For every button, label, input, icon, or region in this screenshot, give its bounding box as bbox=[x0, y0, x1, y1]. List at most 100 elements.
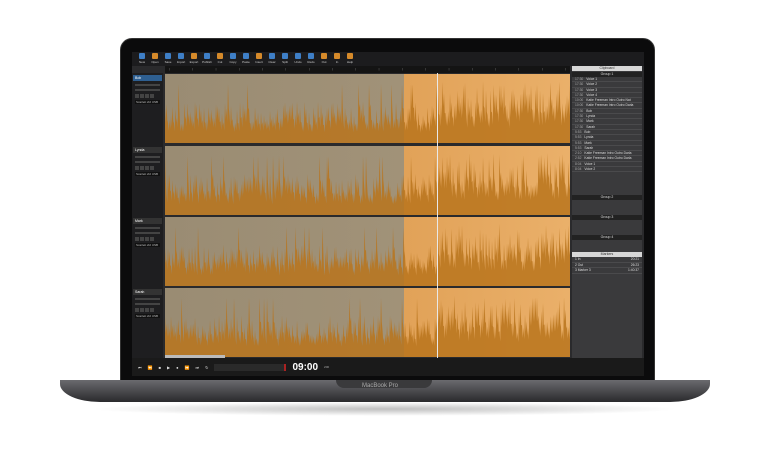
track-name[interactable]: Mark bbox=[133, 218, 162, 224]
input-channel[interactable]: Scarlett 2i2 USB bbox=[135, 172, 160, 176]
clip-duration: 17:30 bbox=[575, 82, 584, 87]
play-icon[interactable]: ▶ bbox=[167, 365, 170, 370]
ruler-tick: | bbox=[238, 67, 240, 71]
marker-name: 1 In bbox=[575, 257, 581, 262]
clip-name: Sarah bbox=[584, 145, 594, 150]
volume-slider[interactable] bbox=[135, 298, 160, 300]
clip-item[interactable]: 2:52 Katie Freeman Intro Outro Darla bbox=[572, 156, 642, 162]
marker-item[interactable]: 3 Marker 3 1:40:37 bbox=[572, 268, 642, 274]
track-lane-lynda[interactable] bbox=[165, 146, 570, 215]
solo-button[interactable] bbox=[140, 166, 144, 170]
clip-item[interactable]: 10:00 Katie Freeman Intro Outro Darla bbox=[572, 103, 642, 109]
solo-button[interactable] bbox=[140, 94, 144, 98]
toolbar-button-cut[interactable]: Cut bbox=[214, 52, 226, 66]
cut-icon bbox=[217, 53, 223, 59]
new-icon bbox=[139, 53, 145, 59]
loop-icon[interactable]: ↻ bbox=[205, 365, 208, 370]
toolbar-button-publish[interactable]: Publish bbox=[201, 52, 213, 66]
record-arm-button[interactable] bbox=[145, 166, 149, 170]
level-meter bbox=[214, 363, 287, 371]
pan-slider[interactable] bbox=[135, 161, 160, 163]
toolbar-label: Open bbox=[151, 60, 159, 64]
toolbar-label: Copy bbox=[229, 60, 237, 64]
rewind-start-icon[interactable]: ⏮ bbox=[138, 365, 142, 370]
track-name[interactable]: Lynda bbox=[133, 147, 162, 153]
monitor-button[interactable] bbox=[150, 308, 154, 312]
clip-name: Katie Freeman Intro Outro Darla bbox=[584, 151, 632, 156]
solo-button[interactable] bbox=[140, 237, 144, 241]
waveform bbox=[165, 81, 570, 143]
laptop-brand: MacBook Pro bbox=[362, 383, 399, 389]
pan-slider[interactable] bbox=[135, 232, 160, 234]
volume-slider[interactable] bbox=[135, 156, 160, 158]
track-control-bob: Bob Scarlett 2i2 USB bbox=[133, 75, 162, 115]
stop-icon[interactable]: ■ bbox=[159, 365, 161, 370]
toolbar-button-out[interactable]: Out bbox=[318, 52, 330, 66]
record-arm-button[interactable] bbox=[145, 94, 149, 98]
forward-icon[interactable]: ⏩ bbox=[185, 365, 190, 370]
toolbar-button-insert[interactable]: Insert bbox=[253, 52, 265, 66]
ruler-tick: | bbox=[448, 67, 450, 71]
toolbar-button-split[interactable]: Split bbox=[279, 52, 291, 66]
toolbar-button-help[interactable]: Help bbox=[344, 52, 356, 66]
redo-icon bbox=[308, 53, 314, 59]
timeline-ruler[interactable]: | | | | | | | | | | | | | | | | | | bbox=[165, 66, 570, 73]
input-channel[interactable]: Scarlett 2i2 USB bbox=[135, 243, 160, 247]
toolbar-button-in[interactable]: In bbox=[331, 52, 343, 66]
track-name[interactable]: Sarah bbox=[133, 289, 162, 295]
mute-button[interactable] bbox=[135, 94, 139, 98]
solo-button[interactable] bbox=[140, 308, 144, 312]
volume-slider[interactable] bbox=[135, 227, 160, 229]
forward-end-icon[interactable]: ⏭ bbox=[196, 365, 200, 370]
clip-name: Katie Freeman Intro Outro Darla bbox=[586, 103, 634, 108]
toolbar-button-clear[interactable]: Clear bbox=[266, 52, 278, 66]
mute-button[interactable] bbox=[135, 237, 139, 241]
clip-duration: 17:30 bbox=[575, 87, 584, 92]
track-lane-bob[interactable] bbox=[165, 74, 570, 143]
monitor-button[interactable] bbox=[150, 166, 154, 170]
import-icon bbox=[178, 53, 184, 59]
toolbar-label: Publish bbox=[202, 60, 212, 64]
pan-slider[interactable] bbox=[135, 89, 160, 91]
toolbar-button-undo[interactable]: Undo bbox=[292, 52, 304, 66]
clip-name: Katie Freeman Intro Outro Darla bbox=[584, 156, 632, 161]
toolbar-button-new[interactable]: New bbox=[136, 52, 148, 66]
clip-duration: 5:53 bbox=[575, 140, 582, 145]
playhead[interactable] bbox=[437, 73, 438, 358]
monitor-button[interactable] bbox=[150, 94, 154, 98]
insert-icon bbox=[256, 53, 262, 59]
toolbar-button-redo[interactable]: Redo bbox=[305, 52, 317, 66]
record-arm-button[interactable] bbox=[145, 237, 149, 241]
toolbar-button-export[interactable]: Export bbox=[188, 52, 200, 66]
track-lanes[interactable] bbox=[165, 73, 570, 358]
ruler-tick: | bbox=[215, 67, 217, 71]
track-lane-sarah[interactable] bbox=[165, 288, 570, 357]
pan-slider[interactable] bbox=[135, 303, 160, 305]
clip-name: Mark bbox=[584, 140, 592, 145]
ruler-tick: | bbox=[285, 67, 287, 71]
toolbar-button-import[interactable]: Import bbox=[175, 52, 187, 66]
input-channel[interactable]: Scarlett 2i2 USB bbox=[135, 100, 160, 104]
track-control-sarah: Sarah Scarlett 2i2 USB bbox=[133, 289, 162, 329]
toolbar-label: Undo bbox=[294, 60, 302, 64]
toolbar-button-copy[interactable]: Copy bbox=[227, 52, 239, 66]
volume-slider[interactable] bbox=[135, 84, 160, 86]
track-name[interactable]: Bob bbox=[133, 75, 162, 81]
track-lane-mark[interactable] bbox=[165, 217, 570, 286]
mute-button[interactable] bbox=[135, 166, 139, 170]
toolbar-label: In bbox=[335, 60, 339, 64]
record-icon[interactable]: ● bbox=[176, 365, 178, 370]
monitor-button[interactable] bbox=[150, 237, 154, 241]
record-arm-button[interactable] bbox=[145, 308, 149, 312]
input-channel[interactable]: Scarlett 2i2 USB bbox=[135, 314, 160, 318]
ruler-tick: | bbox=[565, 67, 566, 71]
rewind-icon[interactable]: ⏪ bbox=[148, 365, 153, 370]
timecode-display: 09:00 bbox=[292, 361, 319, 373]
marker-time: 1:40:37 bbox=[628, 268, 639, 273]
mute-button[interactable] bbox=[135, 308, 139, 312]
toolbar-button-paste[interactable]: Paste bbox=[240, 52, 252, 66]
toolbar-button-save[interactable]: Save bbox=[162, 52, 174, 66]
toolbar: New Open Save Import Export Publish Cut Copy Pas… bbox=[132, 52, 644, 66]
toolbar-label: Split bbox=[282, 60, 288, 64]
toolbar-button-open[interactable]: Open bbox=[149, 52, 161, 66]
